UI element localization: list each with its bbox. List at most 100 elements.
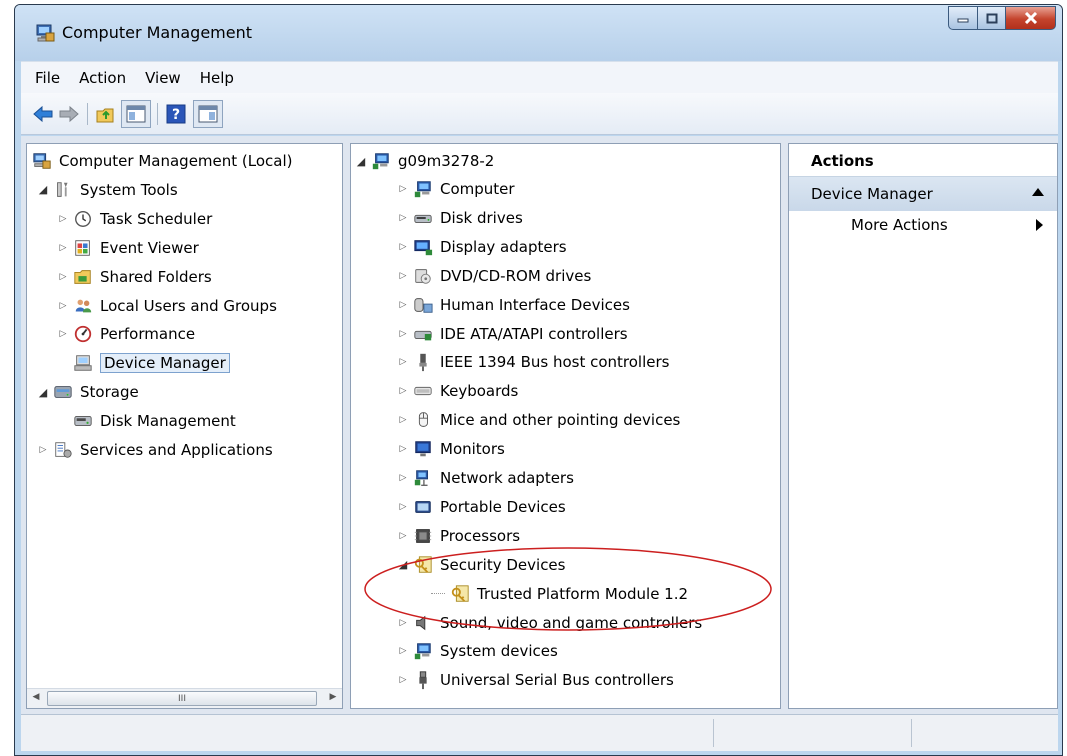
- tree-item-shared-folders[interactable]: ▷ Shared Folders: [57, 264, 212, 290]
- tree-item-label: Computer Management (Local): [59, 152, 293, 170]
- show-hide-action-pane-button[interactable]: [193, 100, 223, 128]
- expand-arrow-icon[interactable]: ▷: [57, 301, 69, 311]
- expand-arrow-icon[interactable]: ▷: [397, 271, 409, 281]
- device-category-system-devices[interactable]: ▷ System devices: [397, 638, 558, 664]
- expand-arrow-icon[interactable]: ▷: [397, 502, 409, 512]
- collapse-up-icon[interactable]: [1032, 188, 1044, 196]
- expand-arrow-icon[interactable]: ▷: [397, 531, 409, 541]
- expand-arrow-icon[interactable]: ▷: [397, 618, 409, 628]
- show-hide-console-tree-button[interactable]: [121, 100, 151, 128]
- expand-arrow-icon[interactable]: ▷: [397, 415, 409, 425]
- expand-arrow-icon[interactable]: ▷: [397, 675, 409, 685]
- scroll-left-arrow[interactable]: ◀: [29, 692, 43, 706]
- tree-item-disk-management[interactable]: Disk Management: [57, 408, 236, 434]
- expand-arrow-icon[interactable]: ▷: [397, 386, 409, 396]
- menu-help[interactable]: Help: [200, 69, 234, 87]
- ide-controller-icon: [412, 323, 434, 345]
- menu-action[interactable]: Action: [79, 69, 126, 87]
- portable-device-icon: [412, 496, 434, 518]
- maximize-button[interactable]: [978, 6, 1006, 30]
- tree-item-device-manager[interactable]: Device Manager: [57, 350, 230, 376]
- horizontal-scrollbar[interactable]: ◀ III ▶: [27, 688, 342, 708]
- expand-arrow-icon[interactable]: ▷: [397, 184, 409, 194]
- scroll-right-arrow[interactable]: ▶: [326, 692, 340, 706]
- help-button[interactable]: ?: [163, 100, 189, 128]
- close-button[interactable]: [1006, 6, 1056, 30]
- expand-arrow-icon[interactable]: ▷: [397, 242, 409, 252]
- services-icon: [55, 442, 72, 458]
- expanded-arrow-icon[interactable]: ◢: [355, 155, 367, 168]
- keyboard-icon: [412, 380, 434, 402]
- computer-management-window: Computer Management File Action View Help: [14, 4, 1063, 756]
- expanded-arrow-icon[interactable]: ◢: [37, 386, 49, 399]
- up-one-level-button[interactable]: [93, 100, 119, 128]
- expand-arrow-icon[interactable]: ▷: [57, 329, 69, 339]
- device-category-keyboards[interactable]: ▷ Keyboards: [397, 378, 519, 404]
- device-category-trusted-platform-module-1-2[interactable]: Trusted Platform Module 1.2: [431, 581, 688, 607]
- submenu-arrow-icon[interactable]: [1036, 219, 1043, 231]
- expand-arrow-icon[interactable]: ▷: [397, 329, 409, 339]
- services-icon: [52, 439, 74, 461]
- scroll-thumb[interactable]: III: [47, 691, 317, 706]
- device-category-processors[interactable]: ▷ Processors: [397, 523, 521, 549]
- performance-icon: [72, 323, 94, 345]
- expand-arrow-icon[interactable]: ▷: [397, 357, 409, 367]
- expand-arrow-icon[interactable]: ▷: [57, 243, 69, 253]
- computer-icon: [370, 150, 392, 172]
- device-category-monitors[interactable]: ▷ Monitors: [397, 436, 505, 462]
- device-manager-icon: [72, 352, 94, 374]
- expand-arrow-icon[interactable]: ▷: [397, 300, 409, 310]
- back-button[interactable]: [31, 100, 55, 128]
- window-controls: [948, 6, 1056, 30]
- device-category-universal-serial-bus-controllers[interactable]: ▷ Universal Serial Bus controllers: [397, 667, 674, 693]
- minimize-button[interactable]: [948, 6, 978, 30]
- tree-item-storage[interactable]: ◢ Storage: [37, 379, 139, 405]
- up-folder-icon: [96, 108, 114, 123]
- device-category-computer[interactable]: ▷ Computer: [397, 176, 515, 202]
- device-category-label: Network adapters: [440, 469, 574, 487]
- expanded-arrow-icon[interactable]: ◢: [397, 558, 409, 571]
- device-category-mice-and-other-pointing-devices[interactable]: ▷ Mice and other pointing devices: [397, 407, 681, 433]
- device-category-human-interface-devices[interactable]: ▷ Human Interface Devices: [397, 292, 630, 318]
- device-category-network-adapters[interactable]: ▷ Network adapters: [397, 465, 574, 491]
- users-icon: [75, 299, 92, 312]
- expand-arrow-icon[interactable]: ▷: [397, 646, 409, 656]
- ieee1394-icon: [412, 351, 434, 373]
- menu-file[interactable]: File: [35, 69, 60, 87]
- tree-item-system-tools[interactable]: ◢ System Tools: [37, 177, 178, 203]
- menu-view[interactable]: View: [145, 69, 181, 87]
- tree-item-computer-management-local[interactable]: Computer Management (Local): [31, 148, 293, 174]
- system-tools-icon: [52, 179, 74, 201]
- expand-arrow-icon[interactable]: ▷: [397, 213, 409, 223]
- device-category-ieee-1394-bus-host-controllers[interactable]: ▷ IEEE 1394 Bus host controllers: [397, 349, 669, 375]
- tree-item-services-and-applications[interactable]: ▷ Services and Applications: [37, 437, 273, 463]
- device-tree-root[interactable]: ◢ g09m3278-2: [355, 148, 495, 174]
- mouse-icon: [418, 412, 428, 428]
- device-category-sound-video-and-game-controllers[interactable]: ▷ Sound, video and game controllers: [397, 610, 703, 636]
- tree-item-performance[interactable]: ▷ Performance: [57, 321, 196, 347]
- expand-arrow-icon[interactable]: ▷: [397, 473, 409, 483]
- expand-arrow-icon[interactable]: ▷: [57, 214, 69, 224]
- device-category-disk-drives[interactable]: ▷ Disk drives: [397, 205, 523, 231]
- title-bar[interactable]: Computer Management: [15, 5, 1062, 61]
- device-category-portable-devices[interactable]: ▷ Portable Devices: [397, 494, 566, 520]
- device-category-display-adapters[interactable]: ▷ Display adapters: [397, 234, 567, 260]
- actions-section-device-manager[interactable]: Device Manager: [789, 177, 1057, 211]
- expand-arrow-icon[interactable]: ▷: [397, 444, 409, 454]
- device-category-security-devices[interactable]: ◢ Security Devices: [397, 552, 566, 578]
- tree-item-event-viewer[interactable]: ▷ Event Viewer: [57, 235, 199, 261]
- expand-arrow-icon[interactable]: ▷: [37, 445, 49, 455]
- tree-item-local-users-and-groups[interactable]: ▷ Local Users and Groups: [57, 293, 277, 319]
- system-tools-icon: [57, 182, 68, 197]
- tree-item-label: Disk Management: [100, 412, 236, 431]
- device-category-ide-ata-atapi-controllers[interactable]: ▷ IDE ATA/ATAPI controllers: [397, 321, 628, 347]
- computer-icon: [412, 640, 434, 662]
- forward-button[interactable]: [57, 100, 81, 128]
- expand-arrow-icon[interactable]: ▷: [57, 272, 69, 282]
- computer-management-icon: [36, 24, 55, 42]
- more-actions-item[interactable]: More Actions: [851, 216, 948, 234]
- device-category-dvd-cd-rom-drives[interactable]: ▷ DVD/CD-ROM drives: [397, 263, 592, 289]
- tree-item-task-scheduler[interactable]: ▷ Task Scheduler: [57, 206, 213, 232]
- expanded-arrow-icon[interactable]: ◢: [37, 183, 49, 196]
- shared-folder-icon: [72, 266, 94, 288]
